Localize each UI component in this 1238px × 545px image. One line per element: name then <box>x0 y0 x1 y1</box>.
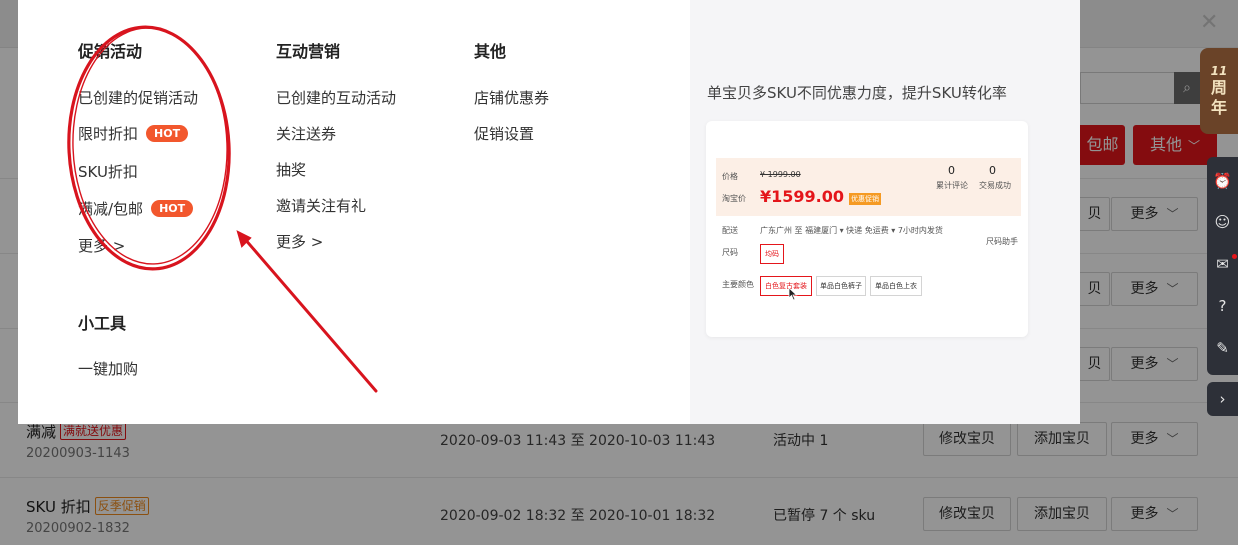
promotion-heading: 促销活动 <box>78 42 143 61</box>
size-label: 尺码 <box>722 248 738 257</box>
anniversary-number: 11 <box>1210 64 1228 78</box>
alarm-icon[interactable]: ⏰ <box>1207 166 1238 197</box>
reviews-count: 0 <box>948 164 955 177</box>
menu-shop-coupon[interactable]: 店铺优惠券 <box>474 87 549 108</box>
taobao-price-label: 淘宝价 <box>722 194 746 203</box>
color-option: 单品白色上衣 <box>870 276 922 296</box>
robot-icon[interactable]: ☺ <box>1207 207 1238 238</box>
anniversary-text-2: 年 <box>1210 98 1227 117</box>
size-option: 均码 <box>760 244 784 264</box>
sku-preview-card: 价格 ¥ 1999.00 淘宝价 ¥1599.00 优惠促销 0 累计评论 0 … <box>706 121 1028 337</box>
anniversary-badge[interactable]: 11 周 年 <box>1200 48 1238 134</box>
menu-sku-discount[interactable]: SKU折扣 <box>78 161 138 182</box>
menu-limited-discount-label: 限时折扣 <box>78 125 139 143</box>
original-price: ¥ 1999.00 <box>760 170 801 179</box>
promo-tag: 优惠促销 <box>849 193 881 205</box>
tools-heading: 小工具 <box>78 314 127 333</box>
help-icon[interactable]: ? <box>1207 291 1238 322</box>
menu-more-promotions[interactable]: 更多 > <box>78 235 125 256</box>
notification-dot <box>1232 254 1237 259</box>
color-option: 单品白色裤子 <box>816 276 866 296</box>
promo-description: 单宝贝多SKU不同优惠力度，提升SKU转化率 <box>707 84 1007 102</box>
color-label: 主要颜色 <box>722 280 754 289</box>
hot-badge: HOT <box>151 200 194 217</box>
menu-more-interactive[interactable]: 更多 > <box>276 231 323 252</box>
menu-full-reduction-label: 满减/包邮 <box>78 200 144 218</box>
anniversary-text-1: 周 <box>1210 78 1227 97</box>
delivery-info: 广东广州 至 福建厦门 ▾ 快递 免运费 ▾ 7小时内发货 <box>760 226 943 235</box>
menu-limited-discount[interactable]: 限时折扣 HOT <box>78 123 189 144</box>
cursor-icon <box>788 287 798 301</box>
menu-created-promotions[interactable]: 已创建的促销活动 <box>78 87 198 108</box>
edit-icon[interactable]: ✎ <box>1207 333 1238 364</box>
promo-price: ¥1599.00 <box>760 187 845 206</box>
size-helper: 尺码助手 <box>986 237 1018 246</box>
menu-one-click-add[interactable]: 一键加购 <box>78 358 138 379</box>
menu-follow-coupon[interactable]: 关注送券 <box>276 123 336 144</box>
delivery-label: 配送 <box>722 226 738 235</box>
arrow-right-icon[interactable]: › <box>1207 384 1238 415</box>
menu-created-interactive[interactable]: 已创建的互动活动 <box>276 87 396 108</box>
other-heading: 其他 <box>474 42 507 61</box>
color-option-selected: 白色复古套装 <box>760 276 812 296</box>
sales-label: 交易成功 <box>979 181 1011 190</box>
reviews-label: 累计评论 <box>936 181 968 190</box>
menu-lottery[interactable]: 抽奖 <box>276 159 306 180</box>
menu-full-reduction[interactable]: 满减/包邮 HOT <box>78 198 194 219</box>
price-label: 价格 <box>722 172 738 181</box>
menu-promo-settings[interactable]: 促销设置 <box>474 123 534 144</box>
interactive-heading: 互动营销 <box>276 42 341 61</box>
sales-count: 0 <box>989 164 996 177</box>
hot-badge: HOT <box>146 125 189 142</box>
menu-invite-follow[interactable]: 邀请关注有礼 <box>276 195 366 216</box>
product-preview: 价格 ¥ 1999.00 淘宝价 ¥1599.00 优惠促销 0 累计评论 0 … <box>716 158 1021 304</box>
